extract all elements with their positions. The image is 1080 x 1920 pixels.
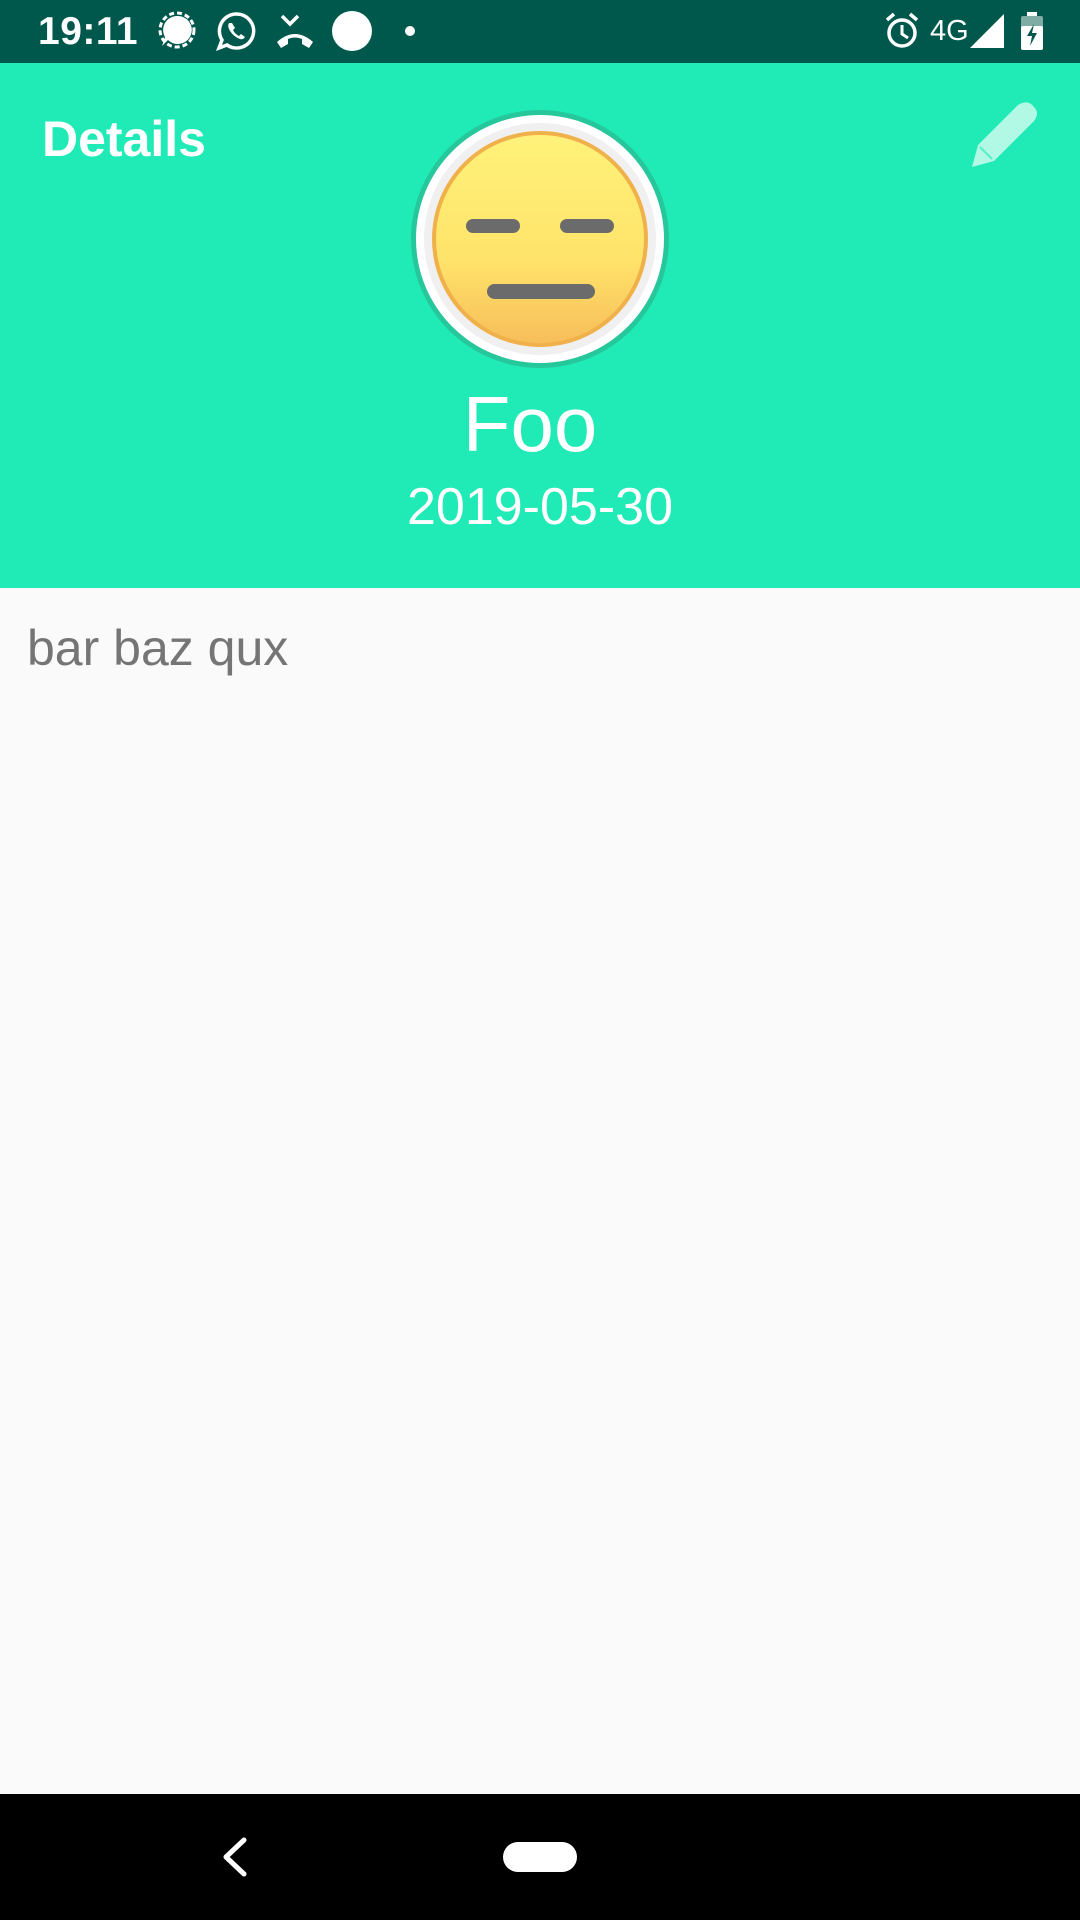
status-bar: 19:11 4G: [0, 0, 1080, 63]
home-button[interactable]: [503, 1842, 577, 1872]
alarm-icon: [885, 12, 919, 48]
navigation-bar: [0, 1794, 1080, 1920]
whatsapp-icon: [216, 12, 256, 51]
network-type: 4G: [930, 15, 969, 47]
status-time: 19:11: [38, 10, 139, 53]
details-content: bar baz qux: [0, 588, 1080, 1794]
expressionless-face-icon: [432, 131, 648, 347]
missed-call-icon: [277, 14, 313, 48]
profile-header: Details Foo 2019-05-30: [0, 63, 1080, 588]
page-title: Details: [42, 111, 206, 167]
description-text: bar baz qux: [27, 620, 289, 676]
details-screen: 19:11 4G Details Foo 2019-05-30 bar baz …: [0, 0, 1080, 1920]
profile-date: 2019-05-30: [407, 478, 673, 536]
circle-notification-icon: [332, 11, 372, 51]
more-dot-icon: [405, 26, 415, 36]
avatar: [411, 110, 669, 368]
cell-signal-icon: [970, 14, 1004, 48]
profile-name: Foo: [462, 380, 598, 468]
battery-charging-icon: [1021, 12, 1043, 50]
pencil-icon[interactable]: [962, 95, 1044, 177]
signal-app-icon: [158, 11, 196, 49]
back-chevron-icon[interactable]: [216, 1834, 252, 1880]
